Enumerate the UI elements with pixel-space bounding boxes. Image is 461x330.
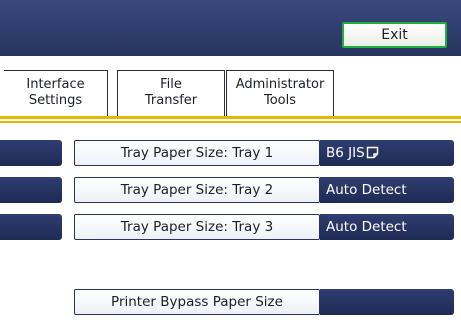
tab-label-line2: Settings [28, 93, 83, 108]
left-row-stub[interactable] [0, 140, 62, 166]
tray3-paper-size-value: Auto Detect [320, 214, 454, 240]
tray1-value-text: B6 JIS [326, 145, 365, 161]
tab-underline [0, 116, 461, 119]
tab-label-line1: File [160, 77, 182, 92]
tray2-paper-size-button[interactable]: Tray Paper Size: Tray 2 [74, 177, 320, 203]
tray3-paper-size-button[interactable]: Tray Paper Size: Tray 3 [74, 214, 320, 240]
printer-bypass-paper-size-value [320, 289, 454, 315]
tab-label-line1: Interface [26, 77, 85, 92]
tab-administrator-tools[interactable]: Administrator Tools [226, 70, 334, 116]
tab-interface-settings[interactable]: Interface Settings [4, 70, 108, 116]
left-row-stub[interactable] [0, 177, 62, 203]
tray1-paper-size-value: B6 JIS [320, 140, 454, 166]
printer-bypass-paper-size-button[interactable]: Printer Bypass Paper Size [74, 289, 320, 315]
tray2-paper-size-value: Auto Detect [320, 177, 454, 203]
tab-label-line2: Tools [263, 93, 297, 108]
left-row-stub[interactable] [0, 214, 62, 240]
paper-orientation-icon [366, 142, 379, 166]
tab-file-transfer[interactable]: File Transfer [117, 70, 225, 116]
tab-underline-secondary [0, 121, 461, 123]
tray1-paper-size-button[interactable]: Tray Paper Size: Tray 1 [74, 140, 320, 166]
exit-button[interactable]: Exit [342, 22, 447, 48]
tab-label-line2: Transfer [144, 93, 198, 108]
tab-label-line1: Administrator [235, 77, 325, 92]
